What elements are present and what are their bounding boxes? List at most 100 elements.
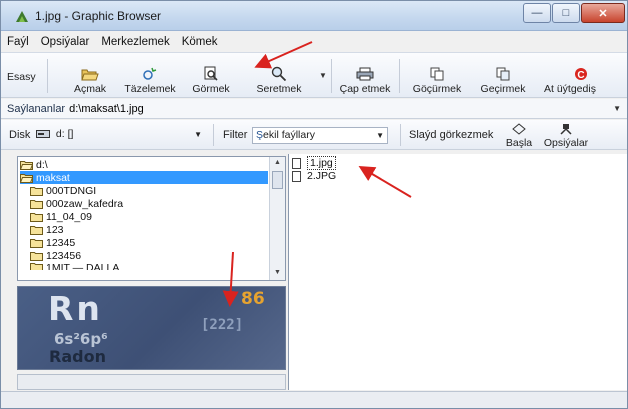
maximize-button[interactable]: □ — [552, 3, 580, 23]
refresh-label: Täzelemek — [124, 83, 176, 95]
browse-button[interactable]: Seretmek — [251, 57, 307, 95]
tree-item[interactable]: 11_04_09 — [30, 210, 92, 223]
close-button[interactable]: ✕ — [581, 3, 625, 23]
preview-element-symbol: Rn — [48, 289, 103, 328]
options-label: Opsiýalar — [543, 137, 589, 149]
view-button[interactable]: Görmek — [187, 57, 235, 95]
tree-item[interactable]: 12345 — [30, 236, 75, 249]
selected-label: Saýlananlar — [7, 102, 66, 115]
file-item-2-jpg[interactable]: 2.JPG — [292, 170, 336, 182]
scroll-thumb[interactable] — [272, 171, 283, 189]
esasy-label[interactable]: Esasy — [7, 71, 36, 83]
tree-item-label: d:\ — [36, 158, 48, 171]
preview-status-bar — [17, 374, 286, 390]
folder-icon — [30, 251, 43, 261]
slideshow-start-icon — [512, 123, 526, 135]
filter-separator — [400, 124, 401, 146]
tree-item-maksat[interactable]: maksat — [19, 171, 268, 184]
toolbar: Esasy Açmak Täzelemek Görmek Seretmek ▼ … — [1, 52, 627, 98]
view-icon — [204, 66, 218, 81]
window-title: 1.jpg - Graphic Browser — [35, 9, 162, 23]
printer-icon — [356, 67, 374, 81]
magnifier-icon — [271, 66, 287, 81]
tree-item[interactable]: 000TDNGI — [30, 184, 96, 197]
folder-icon — [30, 262, 43, 270]
menu-center[interactable]: Merkezlemek — [101, 36, 169, 48]
toolbar-separator — [47, 59, 48, 93]
file-name: 2.JPG — [307, 170, 337, 182]
open-folder-icon — [19, 173, 34, 183]
print-button[interactable]: Çap etmek — [337, 57, 393, 95]
open-button[interactable]: Açmak — [65, 57, 115, 95]
scroll-up-icon[interactable]: ▲ — [274, 159, 281, 166]
tree-item-label: 1MIT — DALLA — [46, 262, 120, 270]
graphic-browser-icon — [15, 9, 29, 23]
menu-help[interactable]: Kömek — [182, 36, 218, 48]
rename-icon: C — [575, 68, 587, 81]
menu-options[interactable]: Opsiýalar — [41, 36, 90, 48]
status-bar — [1, 391, 627, 408]
start-label: Başla — [505, 137, 533, 149]
preview-element-name: Radon — [49, 347, 106, 366]
minimize-button[interactable]: — — [523, 3, 551, 23]
open-label: Açmak — [73, 83, 107, 95]
filter-label: Filter — [223, 129, 248, 141]
app-window: 1.jpg - Graphic Browser — □ ✕ Faýl Opsiý… — [0, 0, 628, 409]
slideshow-options-button[interactable]: Opsiýalar — [541, 121, 591, 149]
tree-item-label: 12345 — [46, 236, 76, 249]
maximize-icon: □ — [562, 7, 570, 19]
file-list[interactable]: 1.jpg 2.JPG — [288, 154, 627, 390]
filter-select[interactable]: Şekil faýllary ▼ — [252, 127, 388, 144]
disk-label: Disk — [9, 129, 31, 141]
refresh-button[interactable]: Täzelemek — [119, 57, 181, 95]
close-icon: ✕ — [598, 7, 608, 20]
tree-item-root[interactable]: d:\ — [19, 158, 48, 171]
minimize-icon: — — [531, 7, 543, 19]
drive-icon — [36, 130, 50, 139]
slideshow-start-button[interactable]: Başla — [501, 121, 537, 149]
move-label: Geçirmek — [480, 83, 526, 95]
file-icon — [292, 157, 301, 169]
refresh-icon — [143, 67, 157, 80]
print-label: Çap etmek — [339, 83, 391, 95]
svg-text:C: C — [577, 70, 584, 81]
toolbar-separator — [399, 59, 400, 93]
tree-scrollbar[interactable]: ▲ ▼ — [269, 157, 285, 280]
preview-atomic-number: 86 — [241, 289, 265, 309]
folder-icon — [30, 186, 43, 196]
folder-icon — [30, 199, 43, 209]
move-icon — [496, 67, 510, 81]
file-icon — [292, 170, 301, 182]
filter-dropdown-arrow-icon: ▼ — [376, 131, 384, 140]
menu-file[interactable]: Faýl — [7, 36, 29, 48]
filter-separator — [213, 124, 214, 146]
scroll-down-icon[interactable]: ▼ — [274, 269, 281, 276]
tree-item[interactable]: 1MIT — DALLA — [30, 262, 119, 270]
tree-item[interactable]: 123456 — [30, 249, 81, 262]
toolbar-separator — [331, 59, 332, 93]
tree-item-label: 000zaw_kafedra — [46, 197, 124, 210]
disk-select[interactable]: d: [] ▼ — [33, 127, 205, 144]
selected-path-bar: Saýlananlar d:\maksat\1.jpg ▼ — [1, 99, 627, 119]
folder-icon — [30, 225, 43, 235]
file-name: 1.jpg — [307, 156, 336, 170]
selected-path-input[interactable]: d:\maksat\1.jpg — [69, 103, 144, 115]
rename-button[interactable]: C At üýtgediş — [541, 57, 625, 95]
path-dropdown-arrow-icon[interactable]: ▼ — [613, 104, 621, 113]
file-item-1-jpg[interactable]: 1.jpg — [292, 156, 336, 170]
browse-dropdown-arrow-icon[interactable]: ▼ — [319, 71, 327, 80]
tree-item[interactable]: 123 — [30, 223, 64, 236]
copy-button[interactable]: Göçürmek — [409, 57, 465, 95]
tree-item[interactable]: 000zaw_kafedra — [30, 197, 123, 210]
view-label: Görmek — [192, 83, 230, 95]
folder-tree[interactable]: d:\ maksat 000TDNGI 000zaw_kafedra 11_04… — [17, 156, 286, 281]
move-button[interactable]: Geçirmek — [475, 57, 531, 95]
preview-atomic-mass: [222] — [201, 317, 244, 333]
folder-icon — [30, 212, 43, 222]
tree-item-label: 123456 — [46, 249, 82, 262]
title-bar[interactable]: 1.jpg - Graphic Browser — □ ✕ — [1, 1, 627, 31]
copy-label: Göçürmek — [412, 83, 462, 95]
filter-bar: Disk d: [] ▼ Filter Şekil faýllary ▼ Sla… — [1, 120, 627, 150]
image-preview: Rn 86 [222] 6s²6p⁶ Radon — [17, 286, 286, 370]
filter-value: ekil faýllary — [263, 129, 315, 141]
